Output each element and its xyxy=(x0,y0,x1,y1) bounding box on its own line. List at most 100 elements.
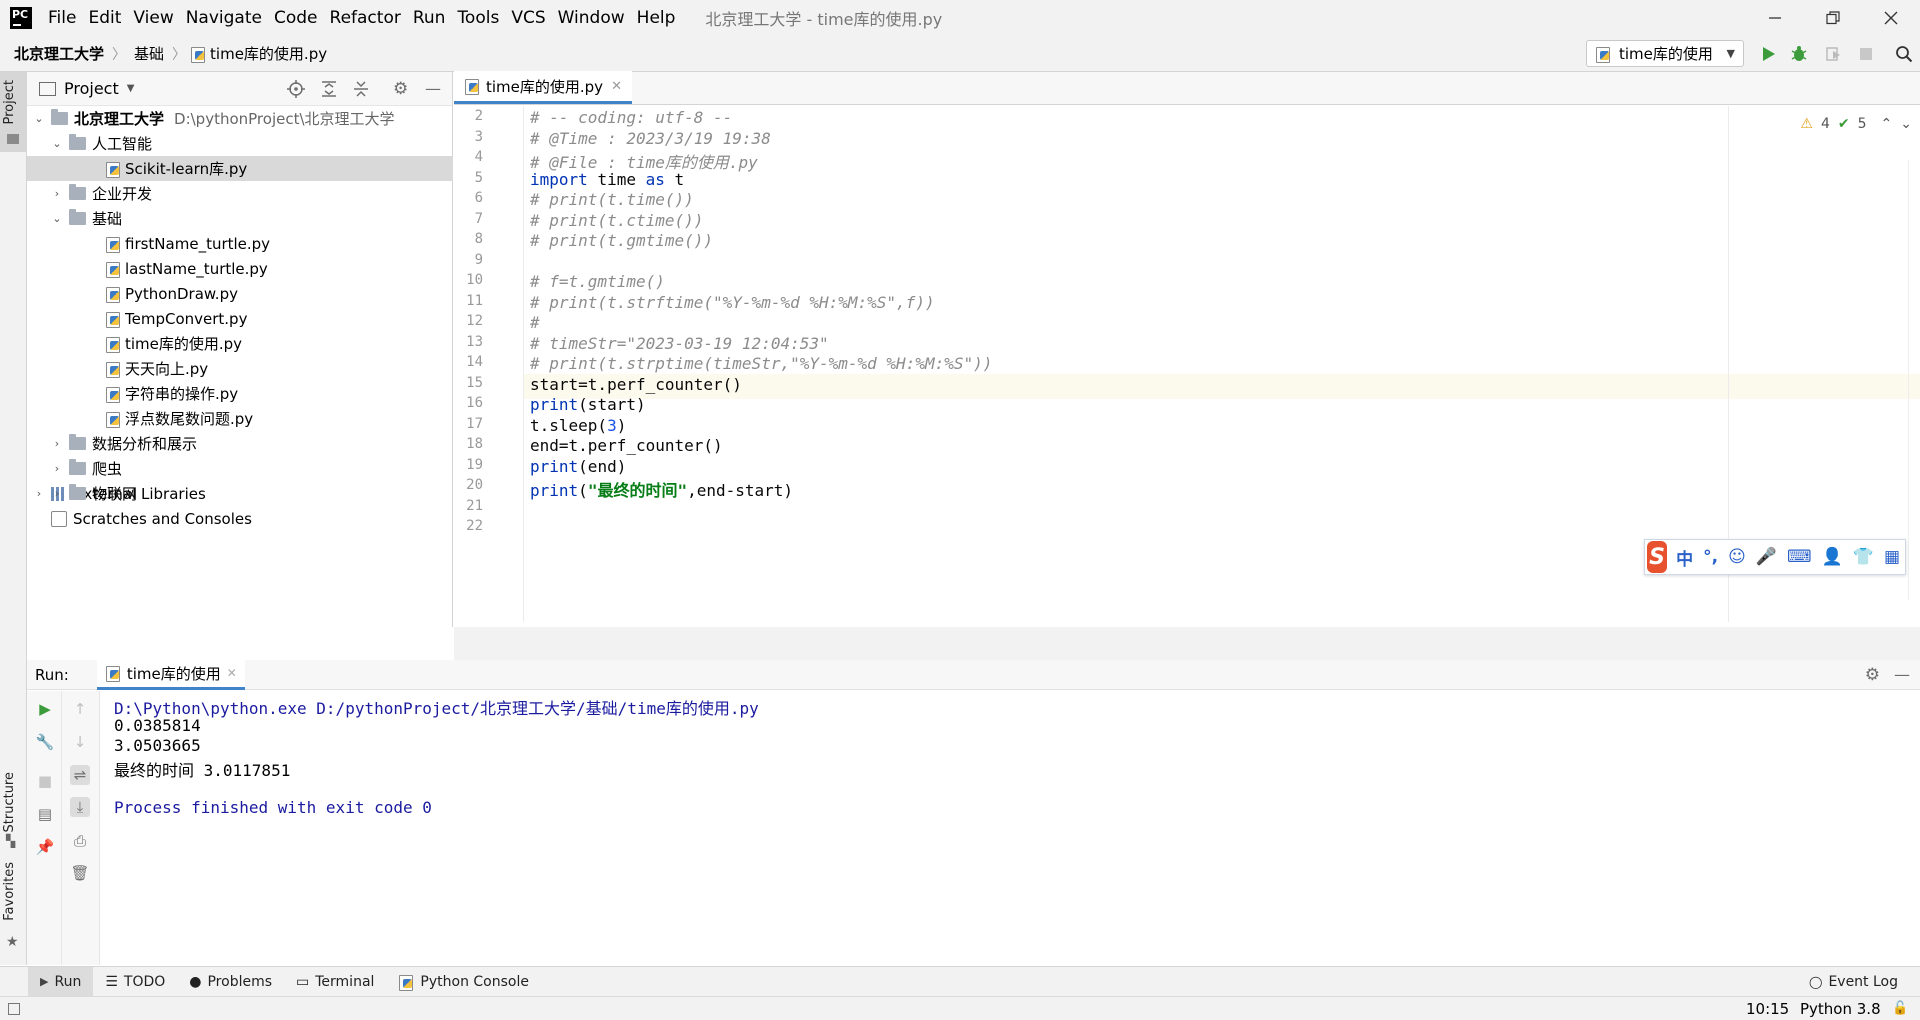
tree-file[interactable]: time库的使用.py xyxy=(27,331,453,356)
tree-file[interactable]: 天天向上.py xyxy=(27,356,453,381)
stop-icon[interactable] xyxy=(1856,44,1876,64)
python-interpreter[interactable]: Python 3.8 xyxy=(1800,1000,1881,1018)
toggle-tool-windows-icon[interactable] xyxy=(8,1002,20,1015)
code-line[interactable]: # print(t.time()) xyxy=(530,190,694,209)
expand-all-icon[interactable] xyxy=(320,80,338,102)
code-line[interactable]: # print(t.strptime(timeStr,"%Y-%m-%d %H:… xyxy=(530,354,992,373)
chevron-up-icon[interactable]: ⌃ xyxy=(1881,116,1893,132)
rerun-icon[interactable]: ▶ xyxy=(35,699,55,719)
menu-help[interactable]: Help xyxy=(631,8,682,28)
breadcrumb-folder[interactable]: 基础 xyxy=(130,43,168,64)
menu-navigate[interactable]: Navigate xyxy=(180,8,268,28)
bottom-tab-python-console[interactable]: Python Console xyxy=(386,967,541,997)
ime-voice-icon[interactable]: 🎤 xyxy=(1756,547,1777,567)
tree-folder[interactable]: › 企业开发 xyxy=(27,181,453,206)
code-line[interactable]: import time as t xyxy=(530,170,684,189)
tree-file[interactable]: PythonDraw.py xyxy=(27,281,453,306)
chevron-right-icon[interactable]: › xyxy=(51,487,63,500)
code-line[interactable]: # -- coding: utf-8 -- xyxy=(530,108,732,127)
hide-panel-icon[interactable]: — xyxy=(1894,665,1910,684)
project-panel-title[interactable]: Project xyxy=(64,79,119,98)
ime-emoji-icon[interactable]: ☺ xyxy=(1728,547,1746,567)
code-line[interactable]: start=t.perf_counter() xyxy=(530,375,742,394)
stop-icon[interactable]: ■ xyxy=(35,771,55,791)
tree-file[interactable]: 浮点数尾数问题.py xyxy=(27,406,453,431)
ime-punctuation-icon[interactable]: °, xyxy=(1703,547,1718,567)
structure-tool-tab[interactable]: Structure xyxy=(2,772,17,832)
menu-vcs[interactable]: VCS xyxy=(505,8,551,28)
code-line[interactable]: # xyxy=(530,313,540,332)
ime-chinese-toggle[interactable]: 中 xyxy=(1676,545,1693,570)
tree-folder[interactable]: › 爬虫 xyxy=(27,456,453,481)
breadcrumb-project[interactable]: 北京理工大学 xyxy=(10,43,108,64)
code-line[interactable]: end=t.perf_counter() xyxy=(530,436,723,455)
arrow-down-icon[interactable]: ↓ xyxy=(70,732,90,752)
tree-file[interactable]: firstName_turtle.py xyxy=(27,231,453,256)
code-line[interactable]: # f=t.gmtime() xyxy=(530,272,665,291)
menu-window[interactable]: Window xyxy=(552,8,631,28)
tree-file[interactable]: 字符串的操作.py xyxy=(27,381,453,406)
close-window-icon[interactable] xyxy=(1862,0,1920,36)
lock-icon[interactable]: 🔓 xyxy=(1892,1001,1908,1016)
tree-root[interactable]: ⌄ 北京理工大学 D:\pythonProject\北京理工大学 xyxy=(27,106,453,131)
bottom-tab-run[interactable]: ▶ Run xyxy=(28,966,94,997)
menu-refactor[interactable]: Refactor xyxy=(324,8,407,28)
code-line[interactable]: # @Time : 2023/3/19 19:38 xyxy=(530,129,771,148)
caret-position[interactable]: 10:15 xyxy=(1746,1000,1789,1018)
soft-wrap-icon[interactable]: ⇌ xyxy=(70,765,90,785)
wrench-icon[interactable]: 🔧 xyxy=(35,732,55,752)
tree-folder[interactable]: ⌄ 基础 xyxy=(27,206,453,231)
ime-skin-icon[interactable]: 👕 xyxy=(1853,547,1874,567)
chevron-down-icon[interactable]: ⌄ xyxy=(51,137,63,150)
run-configuration-select[interactable]: time库的使用 ▼ xyxy=(1586,40,1744,67)
arrow-up-icon[interactable]: ↑ xyxy=(70,699,90,719)
tree-file[interactable]: TempConvert.py xyxy=(27,306,453,331)
code-line[interactable]: # timeStr="2023-03-19 12:04:53" xyxy=(530,334,829,353)
chevron-down-icon[interactable]: ▼ xyxy=(127,83,135,94)
run-icon[interactable] xyxy=(1758,44,1778,64)
restore-icon[interactable] xyxy=(1804,0,1862,36)
tree-folder[interactable]: › 数据分析和展示 xyxy=(27,431,453,456)
minimize-icon[interactable] xyxy=(1746,0,1804,36)
ime-keyboard-icon[interactable]: ⌨ xyxy=(1787,547,1812,567)
menu-code[interactable]: Code xyxy=(268,8,324,28)
tree-folder[interactable]: › 物联网 xyxy=(27,481,453,506)
pin-icon[interactable]: 📌 xyxy=(35,837,55,857)
input-method-toolbar[interactable]: S 中 °, ☺ 🎤 ⌨ 👤 👕 ▦ xyxy=(1644,539,1906,575)
chevron-right-icon[interactable]: › xyxy=(51,462,63,475)
editor-tab[interactable]: time库的使用.py ✕ xyxy=(454,71,632,104)
tree-scratches[interactable]: Scratches and Consoles xyxy=(27,506,453,531)
hide-panel-icon[interactable]: — xyxy=(425,79,441,98)
tree-folder[interactable]: ⌄ 人工智能 xyxy=(27,131,453,156)
menu-file[interactable]: File xyxy=(42,8,82,28)
project-tool-tab[interactable]: Project xyxy=(2,80,17,124)
code-line[interactable]: # print(t.gmtime()) xyxy=(530,231,713,250)
run-with-coverage-icon[interactable] xyxy=(1823,44,1843,64)
code-line[interactable]: # print(t.strftime("%Y-%m-%d %H:%M:%S",f… xyxy=(530,293,935,312)
collapse-all-icon[interactable] xyxy=(352,80,370,102)
ime-user-icon[interactable]: 👤 xyxy=(1822,547,1843,567)
trash-icon[interactable]: 🗑 xyxy=(70,863,90,883)
bottom-tab-todo[interactable]: ☰ TODO xyxy=(93,967,177,997)
chevron-down-icon[interactable]: ⌄ xyxy=(51,212,63,225)
chevron-down-icon[interactable]: ⌄ xyxy=(1900,116,1912,132)
gear-icon[interactable]: ⚙ xyxy=(1865,665,1880,685)
breadcrumb-file[interactable]: time库的使用.py xyxy=(206,43,331,64)
close-tab-icon[interactable]: ✕ xyxy=(611,79,622,94)
favorites-tool-tab[interactable]: Favorites xyxy=(2,862,17,921)
code-line[interactable]: print(start) xyxy=(530,395,646,414)
run-tab[interactable]: time库的使用 ✕ xyxy=(96,659,245,690)
print-icon[interactable]: ⎙ xyxy=(70,831,90,851)
menu-edit[interactable]: Edit xyxy=(82,8,127,28)
bottom-tab-problems[interactable]: ● Problems xyxy=(177,967,284,997)
scrollbar[interactable] xyxy=(1908,160,1918,600)
tree-file[interactable]: lastName_turtle.py xyxy=(27,256,453,281)
bottom-tab-terminal[interactable]: ▭ Terminal xyxy=(284,967,386,997)
chevron-right-icon[interactable]: › xyxy=(51,187,63,200)
debug-icon[interactable] xyxy=(1789,44,1809,64)
layout-icon[interactable]: ▤ xyxy=(35,804,55,824)
code-line[interactable]: print(end) xyxy=(530,457,626,476)
code-line[interactable]: print("最终的时间",end-start) xyxy=(530,477,793,501)
close-tab-icon[interactable]: ✕ xyxy=(227,666,237,680)
scroll-to-end-icon[interactable]: ⤓ xyxy=(70,797,90,817)
